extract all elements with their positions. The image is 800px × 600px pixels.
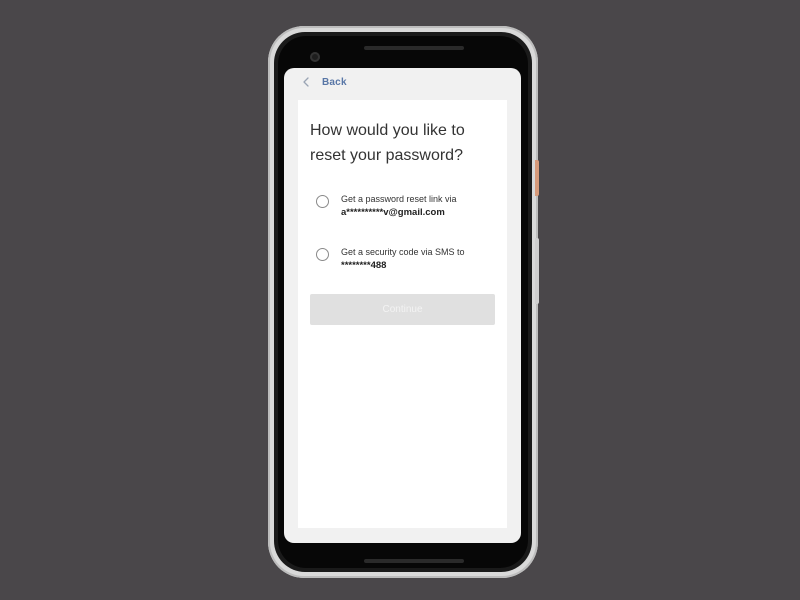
volume-button: [535, 238, 539, 304]
back-button[interactable]: Back: [300, 76, 347, 88]
continue-button[interactable]: Continue: [310, 294, 495, 325]
masked-phone-number: ********488: [341, 260, 387, 271]
page-title: How would you like to reset your passwor…: [310, 122, 465, 164]
chevron-left-icon: [300, 76, 312, 88]
reset-card: How would you like to reset your passwor…: [298, 100, 507, 528]
top-bar: Back: [284, 68, 521, 96]
back-label: Back: [322, 76, 347, 88]
phone-screen: Back How would you like to reset your pa…: [284, 68, 521, 543]
canvas: Back How would you like to reset your pa…: [0, 0, 800, 600]
email-option-text: Get a password reset link via a*********…: [341, 192, 457, 220]
email-option-label: Get a password reset link via: [341, 194, 457, 204]
sms-option-radio[interactable]: [316, 248, 329, 261]
power-button: [535, 160, 539, 196]
masked-email: a**********v@gmail.com: [341, 207, 445, 218]
sms-option-label: Get a security code via SMS to: [341, 247, 465, 257]
email-option-radio[interactable]: [316, 195, 329, 208]
bottom-speaker: [364, 559, 464, 563]
reset-option-sms[interactable]: Get a security code via SMS to ********4…: [316, 245, 501, 273]
front-camera: [310, 52, 320, 62]
sms-option-text: Get a security code via SMS to ********4…: [341, 245, 465, 273]
reset-option-email[interactable]: Get a password reset link via a*********…: [316, 192, 501, 220]
top-speaker: [364, 46, 464, 50]
